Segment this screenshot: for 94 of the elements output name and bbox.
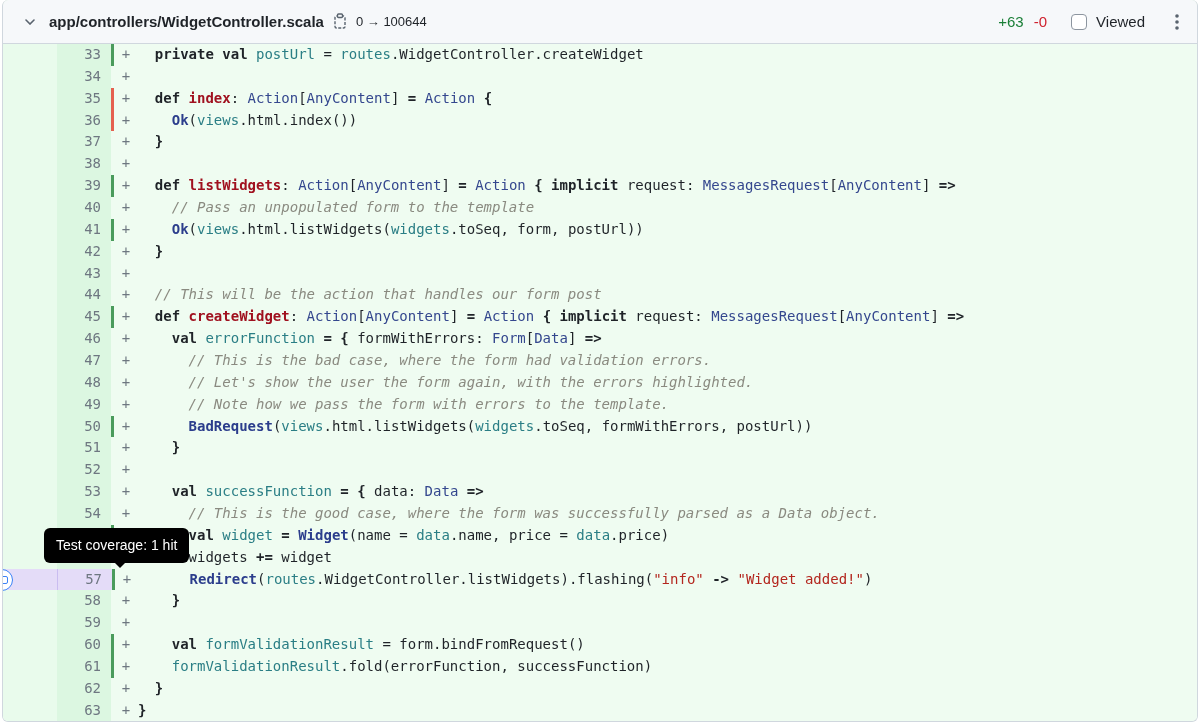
line-number[interactable]: 54 [57,503,111,525]
line-number[interactable]: 52 [57,459,111,482]
diff-sign: + [120,613,132,633]
line-number[interactable]: 63 [57,699,111,721]
line-number[interactable]: 53 [57,481,111,504]
line-number[interactable]: 51 [57,437,111,460]
viewed-label[interactable]: Viewed [1096,13,1145,30]
line-number[interactable]: 36 [57,109,111,132]
code-line: def listWidgets: Action[AnyContent] = Action { implicit request: MessagesRequest[AnyContent] => [154,176,956,196]
code-line: BadRequest(views.html.listWidgets(widgets.toSeq, formWithErrors, postUrl)) [188,416,813,436]
line-number[interactable]: 46 [57,328,111,351]
line-number[interactable]: 62 [57,677,111,700]
line-number[interactable]: 33 [57,44,111,66]
diff-sign: + [120,657,132,677]
code-line: } [171,438,181,458]
line-number[interactable]: 61 [57,656,111,678]
diff-sign: + [121,569,133,589]
diff-sign: + [120,351,132,371]
code-line: Ok(views.html.index()) [171,110,358,130]
diff-sign: + [120,154,132,174]
code-line: Ok(views.html.listWidgets(widgets.toSeq, form, postUrl)) [171,219,644,239]
code-line: } [154,241,164,261]
line-number[interactable]: 40 [57,197,111,219]
diff-sign: + [120,700,132,720]
line-number[interactable]: 47 [57,350,111,372]
line-number[interactable]: 45 [57,306,111,329]
code-line: formValidationResult.fold(errorFunction, successFunction) [171,657,653,677]
line-number[interactable]: 60 [57,634,111,657]
diff-sign: + [120,176,132,196]
code-line: } [154,132,164,152]
code-line: def index: Action[AnyContent] = Action { [154,88,493,108]
line-number[interactable]: 35 [57,87,111,110]
code-line: // This will be the action that handles our form post [154,285,602,305]
code-line: } [138,700,147,720]
code-line: val formValidationResult = form.bindFromRequest() [171,635,585,655]
diff-sign: + [120,110,132,130]
code-line: widgets += widget [188,547,332,567]
deletions-count: -0 [1033,13,1048,30]
diff-sign: + [120,372,132,392]
line-number[interactable]: 37 [57,131,111,154]
diff-sign: + [120,591,132,611]
diff-sign: + [120,416,132,436]
line-number[interactable]: 43 [57,262,111,285]
diff-sign: + [120,88,132,108]
coverage-tooltip: Test coverage: 1 hit [44,528,190,564]
diff-sign: + [120,329,132,349]
code-line: val errorFunction = { formWithErrors: Form[Data] => [171,329,602,349]
code-line: private val postUrl = routes.WidgetController.createWidget [154,45,644,64]
code-line: // This is the bad case, where the form had validation errors. [188,351,712,371]
diff-sign: + [120,438,132,458]
copy-icon[interactable] [331,13,348,30]
line-number[interactable]: 50 [57,415,111,438]
viewed-checkbox[interactable] [1071,13,1088,30]
diff-sign: + [120,241,132,261]
code-line: } [154,678,164,698]
line-number[interactable]: 48 [57,371,111,394]
diff-sign: + [120,460,132,480]
code-line: } [171,591,181,611]
diff-sign: + [120,263,132,283]
more-options-icon[interactable] [1175,13,1179,30]
code-line: val successFunction = { data: Data => [171,482,484,502]
diff-sign: + [120,307,132,327]
diff-sign: + [120,66,132,86]
diff-sign: + [120,504,132,524]
diff-sign: + [120,635,132,655]
file-path[interactable]: app/controllers/WidgetController.scala [49,13,324,30]
line-number[interactable]: 59 [57,612,111,635]
diff-sign: + [120,285,132,305]
diff-sign: + [120,678,132,698]
chevron-down-icon[interactable] [25,18,35,25]
diff-sign: + [120,219,132,239]
code-line: // Note how we pass the form with errors to the template. [188,394,669,414]
diff-sign: + [120,45,132,64]
code-line: val widget = Widget(name = data.name, price = data.price) [188,525,670,545]
code-line: Redirect(routes.WidgetController.listWidgets).flashing("info" -> "Widget added!") [189,569,873,589]
code-line: // Pass an unpopulated form to the template [171,198,535,217]
diff-sign: + [120,198,132,217]
file-mode-change: 0 → 100644 [355,14,427,29]
line-number[interactable]: 42 [57,240,111,263]
line-number[interactable]: 58 [57,590,111,613]
line-number[interactable]: 38 [57,153,111,176]
line-number[interactable]: 44 [57,284,111,307]
line-number[interactable]: 39 [57,175,111,197]
additions-count: +63 [998,13,1024,30]
code-line: // This is the good case, where the form was successfully parsed as a Data object. [188,504,880,524]
diff-sign: + [120,394,132,414]
line-number[interactable]: 34 [57,65,111,88]
code-line: // Let's show the user the form again, with the errors highlighted. [188,372,754,392]
line-number[interactable]: 41 [57,218,111,241]
line-number[interactable]: 57 [58,568,112,591]
code-line: def createWidget: Action[AnyContent] = Action { implicit request: MessagesRequest[AnyContent] => [154,307,965,327]
diff-sign: + [120,132,132,152]
line-number[interactable]: 49 [57,393,111,416]
diff-sign: + [120,482,132,502]
